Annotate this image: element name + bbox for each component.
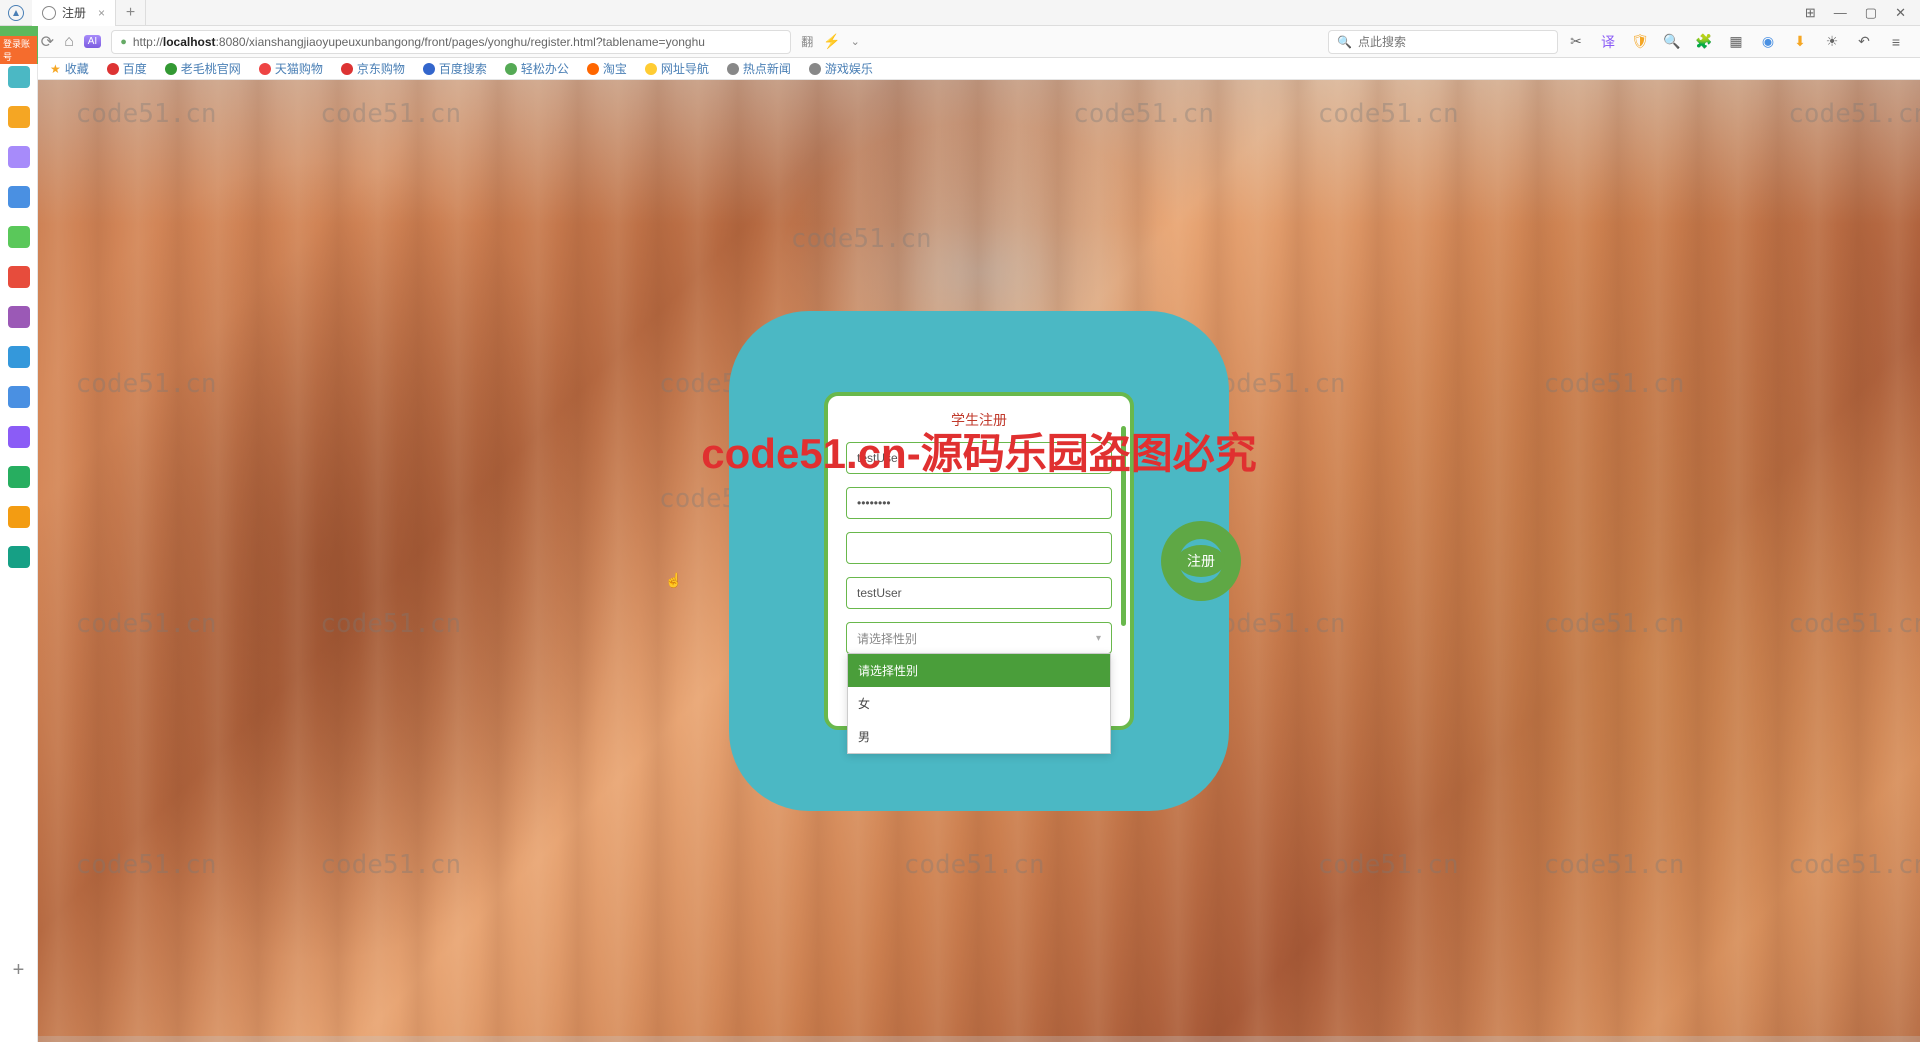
lock-icon: ●: [120, 36, 127, 48]
bookmarks-bar: ★收藏 百度 老毛桃官网 天猫购物 京东购物 百度搜索 轻松办公 淘宝 网址导航…: [0, 58, 1920, 80]
home-button[interactable]: ⌂: [64, 33, 74, 51]
address-bar: ‹ › ⟳ ⌂ AI ● http://localhost:8080/xians…: [0, 26, 1920, 58]
side-app-11[interactable]: [8, 466, 30, 488]
circle-icon[interactable]: ◉: [1760, 34, 1776, 50]
favorites-button[interactable]: ★收藏: [50, 60, 89, 77]
tab-title: 注册: [62, 4, 86, 21]
search2-icon[interactable]: 🔍: [1664, 34, 1680, 50]
bookmark-jd[interactable]: 京东购物: [341, 60, 405, 77]
tab-register[interactable]: 注册 ×: [32, 0, 116, 26]
bookmark-nav[interactable]: 网址导航: [645, 60, 709, 77]
side-app-8[interactable]: [8, 346, 30, 368]
gender-select[interactable]: 请选择性别 ▾ 请选择性别 女 男: [846, 622, 1112, 654]
bookmark-office[interactable]: 轻松办公: [505, 60, 569, 77]
search-input[interactable]: [1358, 35, 1549, 49]
menu-icon[interactable]: ≡: [1888, 34, 1904, 50]
star-icon: ★: [50, 62, 61, 76]
tab-strip: 注册 × + ⊞ — ▢ ✕: [0, 0, 1920, 26]
bookmark-icon: [809, 63, 821, 75]
chevron-down-icon: ▾: [1096, 633, 1101, 644]
gender-dropdown: 请选择性别 女 男: [847, 653, 1111, 754]
side-app-3[interactable]: [8, 146, 30, 168]
url-text: http://localhost:8080/xianshangjiaoyupeu…: [133, 35, 705, 49]
window-controls: ⊞ — ▢ ✕: [1805, 5, 1920, 21]
bookmark-icon: [645, 63, 657, 75]
submit-button[interactable]: 注册: [1161, 521, 1241, 601]
bookmark-laomaotao[interactable]: 老毛桃官网: [165, 60, 241, 77]
bookmark-icon: [587, 63, 599, 75]
puzzle-icon[interactable]: 🧩: [1696, 34, 1712, 50]
bookmark-news[interactable]: 热点新闻: [727, 60, 791, 77]
side-app-12[interactable]: [8, 506, 30, 528]
bookmark-icon: [165, 63, 177, 75]
left-sidebar: ⓔ 登录账号 +: [0, 26, 38, 1042]
minimize-icon[interactable]: —: [1834, 5, 1847, 21]
bookmark-icon: [259, 63, 271, 75]
gender-option-female[interactable]: 女: [848, 687, 1110, 720]
realname-input[interactable]: [846, 577, 1112, 609]
download-icon[interactable]: ⬇: [1792, 34, 1808, 50]
bookmark-icon: [107, 63, 119, 75]
dropdown-icon[interactable]: ⌄: [851, 35, 860, 48]
submit-label: 注册: [1177, 545, 1225, 577]
bookmark-icon: [727, 63, 739, 75]
register-card: 注册 学生注册 请选择性别 ▾ 请选择性别 女 男 已有账号登录: [729, 311, 1229, 811]
new-tab-button[interactable]: +: [116, 0, 146, 26]
bookmark-baidu-search[interactable]: 百度搜索: [423, 60, 487, 77]
big-watermark: code51.cn-源码乐园盗图必究: [701, 420, 1256, 481]
reload-button[interactable]: ⟳: [41, 32, 54, 52]
search-box[interactable]: 🔍: [1328, 30, 1558, 54]
side-app-13[interactable]: [8, 546, 30, 568]
ai-badge-icon[interactable]: AI: [84, 35, 101, 48]
add-app-button[interactable]: +: [13, 959, 25, 982]
bookmark-icon: [423, 63, 435, 75]
pin-icon[interactable]: ⊞: [1805, 5, 1816, 21]
gender-option-male[interactable]: 男: [848, 720, 1110, 753]
login-tag[interactable]: 登录账号: [0, 36, 37, 64]
bookmark-baidu[interactable]: 百度: [107, 60, 147, 77]
horizontal-scrollbar[interactable]: [38, 1036, 1920, 1042]
translate-icon[interactable]: 翻: [801, 33, 813, 50]
side-app-1[interactable]: [8, 66, 30, 88]
side-app-9[interactable]: [8, 386, 30, 408]
close-icon[interactable]: ×: [98, 6, 105, 20]
side-app-7[interactable]: [8, 306, 30, 328]
url-input[interactable]: ● http://localhost:8080/xianshangjiaoyup…: [111, 30, 791, 54]
password-input[interactable]: [846, 487, 1112, 519]
translate2-icon[interactable]: 译: [1600, 34, 1616, 50]
page-viewport: code51.cn code51.cn code51.cn code51.cn …: [38, 80, 1920, 1042]
maximize-icon[interactable]: ▢: [1865, 5, 1877, 21]
gender-placeholder: 请选择性别: [857, 630, 917, 647]
globe-icon: [42, 6, 56, 20]
search-icon: 🔍: [1337, 35, 1352, 49]
sun-icon[interactable]: ☀: [1824, 34, 1840, 50]
close-window-icon[interactable]: ✕: [1895, 5, 1906, 21]
grid-icon[interactable]: ▦: [1728, 34, 1744, 50]
confirm-input[interactable]: [846, 532, 1112, 564]
bookmark-tmall[interactable]: 天猫购物: [259, 60, 323, 77]
side-app-5[interactable]: [8, 226, 30, 248]
shield-icon[interactable]: 🛡: [1632, 34, 1648, 50]
bookmark-taobao[interactable]: 淘宝: [587, 60, 627, 77]
undo-icon[interactable]: ↶: [1856, 34, 1872, 50]
side-app-6[interactable]: [8, 266, 30, 288]
bookmark-games[interactable]: 游戏娱乐: [809, 60, 873, 77]
flash-icon[interactable]: ⚡: [823, 33, 840, 50]
side-app-2[interactable]: [8, 106, 30, 128]
bookmark-icon: [341, 63, 353, 75]
compass-icon: [8, 5, 24, 21]
scissors-icon[interactable]: ✂: [1568, 34, 1584, 50]
toolbar-icons: ✂ 译 🛡 🔍 🧩 ▦ ◉ ⬇ ☀ ↶ ≡: [1568, 34, 1910, 50]
side-app-10[interactable]: [8, 426, 30, 448]
bookmark-icon: [505, 63, 517, 75]
gender-option-placeholder[interactable]: 请选择性别: [848, 654, 1110, 687]
side-app-4[interactable]: [8, 186, 30, 208]
